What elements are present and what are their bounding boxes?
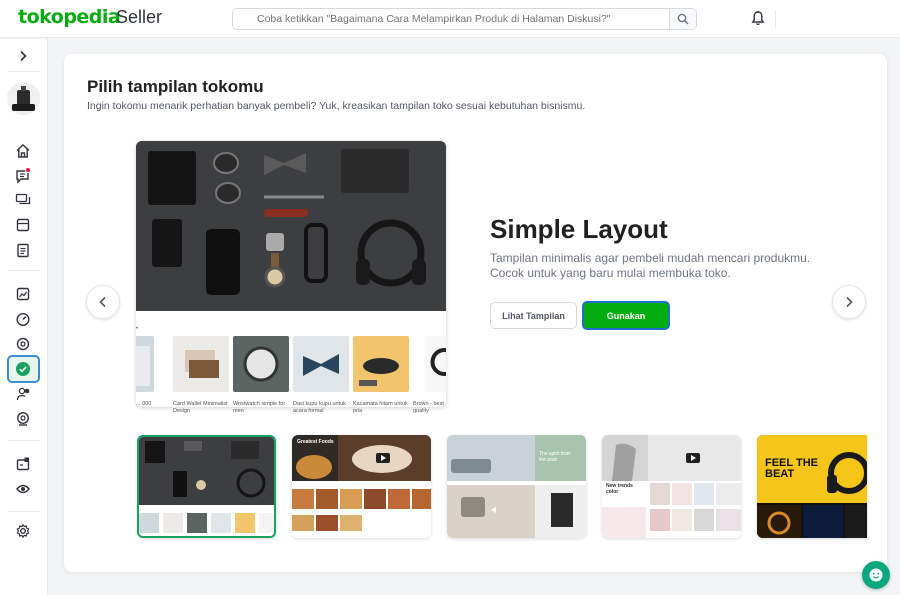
preview-product-caption: Kacamata hitam untuk pria <box>353 401 408 414</box>
layout-thumbnail-fashion[interactable]: New trends color <box>602 435 741 538</box>
sidebar <box>0 39 48 595</box>
search-box <box>232 8 697 30</box>
view-layout-button[interactable]: Lihat Tampilan <box>490 302 577 329</box>
layout-thumbnail-simple[interactable] <box>137 435 276 538</box>
preview-product-card: Brown - best quality <box>413 336 446 415</box>
layout-thumbnail-image <box>139 437 274 536</box>
settings-gear-icon[interactable] <box>14 522 32 540</box>
preview-product-image <box>424 336 446 392</box>
help-chat-button[interactable] <box>862 561 890 589</box>
sidebar-divider <box>8 71 40 72</box>
preview-product-image <box>173 336 229 392</box>
store-icon[interactable] <box>14 216 32 234</box>
layout-description: Tampilan minimalis agar pembeli mudah me… <box>490 251 811 280</box>
preview-section-marker: • <box>136 326 139 332</box>
notification-bell-icon[interactable] <box>751 10 765 31</box>
expand-sidebar-icon[interactable] <box>14 47 32 65</box>
preview-product-card: ... 000 <box>136 336 154 415</box>
preview-product-card: Dasi kupu kupu untuk acara formal <box>293 336 349 415</box>
next-layout-button[interactable] <box>832 285 866 319</box>
preview-product-card: Kacamata hitam untuk pria <box>353 336 409 415</box>
preview-hero-photo <box>136 141 446 311</box>
sidebar-divider <box>8 270 40 271</box>
preview-product-image <box>353 336 409 392</box>
home-icon[interactable] <box>14 142 32 160</box>
logo-seller-label: Seller <box>116 7 163 27</box>
layout-thumbnail-food[interactable]: Greatest Foods <box>292 435 431 538</box>
search-button[interactable] <box>669 9 696 29</box>
thumbnail-caption: The spirit from the past <box>539 451 571 463</box>
preview-product-card: Card Wallet Minimalist Design <box>173 336 229 415</box>
shop-avatar[interactable] <box>7 82 40 115</box>
layout-thumbnail-image <box>757 435 867 538</box>
chevron-left-icon <box>99 296 106 308</box>
customer-service-icon[interactable] <box>14 410 32 428</box>
preview-product-caption: ... 000 <box>136 401 152 407</box>
top-bar: tokopedia Seller <box>0 0 900 38</box>
search-icon <box>677 13 689 25</box>
user-admin-icon[interactable] <box>14 385 32 403</box>
layout-title: Simple Layout <box>490 214 668 244</box>
thumbnail-caption: Greatest Foods <box>297 439 334 445</box>
thumbnail-caption: New trends color <box>606 483 633 495</box>
preview-product-caption: Wristwatch simple for men <box>233 401 286 414</box>
page-title: Pilih tampilan tokomu <box>87 77 264 96</box>
page-subtitle: Ingin tokomu menarik perhatian banyak pe… <box>87 100 586 112</box>
shop-settings-icon[interactable] <box>14 335 32 353</box>
layout-thumbnail-furniture[interactable]: The spirit from the past <box>447 435 586 538</box>
order-list-icon[interactable] <box>14 241 32 259</box>
shop-decoration-icon[interactable] <box>14 360 32 378</box>
search-input[interactable] <box>233 9 671 29</box>
layout-thumbnail-music[interactable]: FEEL THE BEAT <box>757 435 867 538</box>
sidebar-divider <box>8 440 40 441</box>
preview-product-caption: Card Wallet Minimalist Design <box>173 401 228 414</box>
layout-thumbnail-image <box>292 435 431 538</box>
preview-product-image <box>293 336 349 392</box>
tokopedia-logo[interactable]: tokopedia <box>18 6 121 28</box>
statistics-icon[interactable] <box>14 285 32 303</box>
preview-product-caption: Brown - best quality <box>413 401 444 414</box>
chat-icon[interactable] <box>14 167 32 185</box>
discussion-icon[interactable] <box>14 191 32 209</box>
marketing-icon[interactable] <box>14 455 32 473</box>
layout-picker-card: Pilih tampilan tokomu Ingin tokomu menar… <box>64 54 887 572</box>
preview-product-image <box>233 336 289 392</box>
previous-layout-button[interactable] <box>86 285 120 319</box>
use-layout-button[interactable]: Gunakan <box>582 301 670 330</box>
chevron-right-icon <box>846 296 853 308</box>
preview-product-card: Wristwatch simple for men <box>233 336 289 415</box>
preview-product-caption: Dasi kupu kupu untuk acara formal <box>293 401 346 414</box>
performance-icon[interactable] <box>14 310 32 328</box>
sidebar-divider <box>8 511 40 512</box>
header-divider <box>775 10 776 28</box>
thumbnail-caption: FEEL THE BEAT <box>765 457 818 480</box>
ads-icon[interactable] <box>14 480 32 498</box>
chat-badge <box>25 167 31 173</box>
smiley-chat-icon <box>869 568 883 582</box>
preview-product-image <box>136 336 154 392</box>
